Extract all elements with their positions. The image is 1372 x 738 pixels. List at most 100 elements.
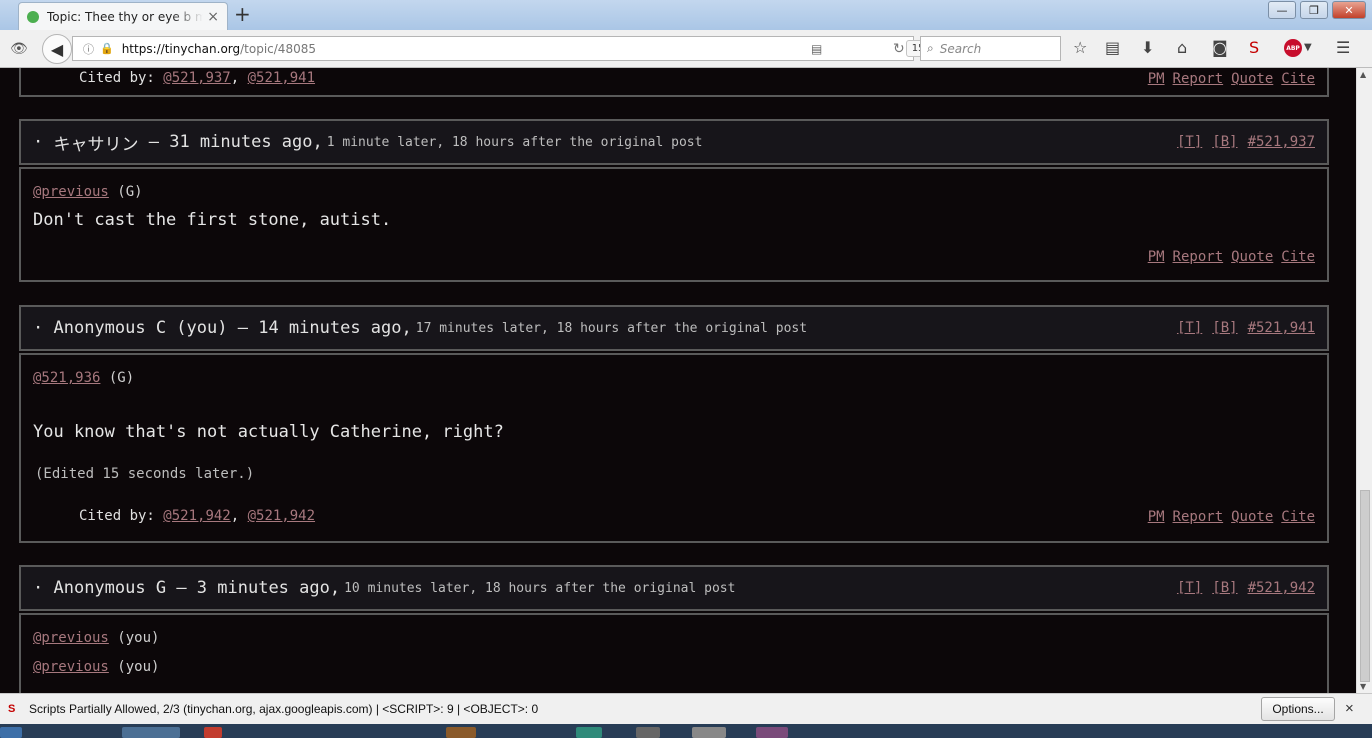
cited-by-line: Cited by: @521,937, @521,941 — [79, 70, 316, 86]
reader-view-icon[interactable]: ▤ — [811, 42, 822, 56]
board-link[interactable]: [B] — [1212, 320, 1237, 336]
taskbar-item[interactable] — [576, 727, 602, 738]
bookmark-star-icon[interactable]: ☆ — [1073, 38, 1087, 57]
cite-link[interactable]: Cite — [1281, 249, 1315, 265]
post-time: 3 minutes ago — [196, 578, 330, 598]
taskbar-item[interactable] — [446, 727, 476, 738]
taskbar-item[interactable] — [636, 727, 660, 738]
quote-link[interactable]: Quote — [1231, 509, 1273, 525]
post-time-later: 17 minutes later, 18 hours after the ori… — [415, 320, 808, 336]
menu-hamburger-icon[interactable]: ☰ — [1336, 38, 1350, 57]
edited-note: (Edited 15 seconds later.) — [35, 466, 255, 482]
notification-message: Scripts Partially Allowed, 2/3 (tinychan… — [29, 702, 539, 716]
post-body: @521,936 (G) You know that's not actuall… — [19, 353, 1329, 543]
pocket-icon[interactable]: ◙ — [1212, 38, 1228, 57]
report-link[interactable]: Report — [1173, 71, 1224, 87]
post-number-link[interactable]: #521,937 — [1248, 134, 1315, 150]
post-header-info: · Anonymous C (you) — 14 minutes ago, 17… — [33, 318, 808, 338]
reply-reference: @previous (you) — [33, 659, 159, 675]
taskbar-item[interactable] — [756, 727, 788, 738]
topic-link[interactable]: [T] — [1177, 320, 1202, 336]
navigation-bar: 👁 ◀ ⓘ 🔒 https://tinychan.org/topic/48085… — [0, 30, 1372, 68]
back-button[interactable]: ◀ — [42, 34, 72, 64]
search-icon: ⌕ — [927, 41, 934, 55]
reply-reference: @previous (you) — [33, 630, 159, 646]
post-body: @previous (G) Don't cast the first stone… — [19, 167, 1329, 282]
cite-link[interactable]: Cite — [1281, 509, 1315, 525]
cite-link[interactable]: Cite — [1281, 71, 1315, 87]
scroll-up-icon[interactable]: ▲ — [1360, 70, 1366, 79]
url-path: /topic/48085 — [240, 41, 316, 56]
vertical-scrollbar[interactable]: ▲ ▼ — [1356, 68, 1372, 693]
board-link[interactable]: [B] — [1212, 134, 1237, 150]
post-body-partial: Cited by: @521,937, @521,941 PM Report Q… — [19, 68, 1329, 97]
topic-link[interactable]: [T] — [1177, 580, 1202, 596]
post-number-link[interactable]: #521,941 — [1248, 320, 1315, 336]
noscript-notification-bar: S Scripts Partially Allowed, 2/3 (tinych… — [0, 693, 1372, 724]
scrollbar-thumb[interactable] — [1360, 490, 1370, 682]
bookmarks-list-icon[interactable]: ▤ — [1105, 38, 1120, 57]
pm-link[interactable]: PM — [1148, 509, 1165, 525]
pm-link[interactable]: PM — [1148, 71, 1165, 87]
post-header: · Anonymous G — 3 minutes ago, 10 minute… — [19, 565, 1329, 611]
reply-link[interactable]: @521,936 — [33, 370, 100, 386]
report-link[interactable]: Report — [1173, 509, 1224, 525]
post-text: You know that's not actually Catherine, … — [33, 422, 504, 442]
adblock-plus-icon[interactable]: ABP — [1284, 39, 1302, 57]
search-box[interactable]: ⌕ Search — [920, 36, 1061, 61]
options-button[interactable]: Options... — [1261, 697, 1335, 721]
quote-link[interactable]: Quote — [1231, 71, 1273, 87]
cited-by-link[interactable]: @521,942 — [163, 508, 230, 524]
address-bar[interactable]: ⓘ 🔒 https://tinychan.org/topic/48085 ▤ 1… — [72, 36, 946, 61]
post-number-link[interactable]: #521,942 — [1248, 580, 1315, 596]
new-tab-button[interactable]: + — [234, 4, 251, 24]
cited-by-link[interactable]: @521,937 — [163, 70, 230, 86]
quote-link[interactable]: Quote — [1231, 249, 1273, 265]
taskbar-item[interactable] — [692, 727, 726, 738]
info-icon[interactable]: ⓘ — [83, 41, 94, 57]
window-titlebar: Topic: Thee thy or eye b mult × + — ❐ ✕ — [0, 0, 1372, 30]
close-notification-icon[interactable]: × — [1345, 700, 1354, 717]
post-actions: PM Report Quote Cite — [1148, 249, 1315, 265]
scroll-down-icon[interactable]: ▼ — [1360, 682, 1366, 691]
reply-link[interactable]: @previous — [33, 659, 109, 675]
taskbar-item[interactable] — [204, 727, 222, 738]
poster-name: キャサリン — [53, 134, 139, 155]
board-link[interactable]: [B] — [1212, 580, 1237, 596]
pm-link[interactable]: PM — [1148, 249, 1165, 265]
reply-link[interactable]: @previous — [33, 630, 109, 646]
adblock-dropdown-icon[interactable]: ▼ — [1304, 42, 1312, 53]
cited-by-label: Cited by: — [79, 508, 155, 524]
cited-by-link[interactable]: @521,941 — [248, 70, 315, 86]
taskbar-item[interactable] — [122, 727, 180, 738]
tab-title: Topic: Thee thy or eye b mult — [47, 9, 204, 24]
url-host: https://tinychan.org — [121, 41, 241, 56]
close-window-button[interactable]: ✕ — [1332, 1, 1366, 19]
reply-link[interactable]: @previous — [33, 184, 109, 200]
reply-tag: (you) — [117, 659, 160, 675]
post-links: [T] [B] #521,942 — [1177, 567, 1315, 609]
restore-button[interactable]: ❐ — [1300, 1, 1328, 19]
cited-by-link[interactable]: @521,942 — [248, 508, 315, 524]
report-link[interactable]: Report — [1173, 249, 1224, 265]
tab-close-icon[interactable]: × — [207, 9, 219, 25]
start-button[interactable] — [0, 727, 22, 738]
poster-name: Anonymous G — [53, 578, 167, 598]
topic-link[interactable]: [T] — [1177, 134, 1202, 150]
cited-by-label: Cited by: — [79, 70, 155, 86]
eye-icon[interactable]: 👁 — [10, 41, 28, 57]
post-time: 14 minutes ago — [258, 318, 402, 338]
noscript-icon[interactable]: S — [1249, 38, 1259, 57]
cited-by-line: Cited by: @521,942, @521,942 — [79, 508, 316, 524]
noscript-icon: S — [8, 703, 16, 715]
downloads-icon[interactable]: ⬇ — [1141, 38, 1154, 57]
page-content: Cited by: @521,937, @521,941 PM Report Q… — [0, 68, 1356, 693]
search-placeholder: Search — [939, 41, 982, 56]
reload-icon[interactable]: ↻ — [893, 41, 905, 57]
back-arrow-icon: ◀ — [50, 39, 64, 59]
post-body: @previous (you) @previous (you) — [19, 613, 1329, 693]
browser-tab[interactable]: Topic: Thee thy or eye b mult × — [18, 2, 228, 30]
reply-tag: (G) — [108, 370, 135, 386]
home-icon[interactable]: ⌂ — [1177, 38, 1187, 57]
minimize-button[interactable]: — — [1268, 1, 1296, 19]
